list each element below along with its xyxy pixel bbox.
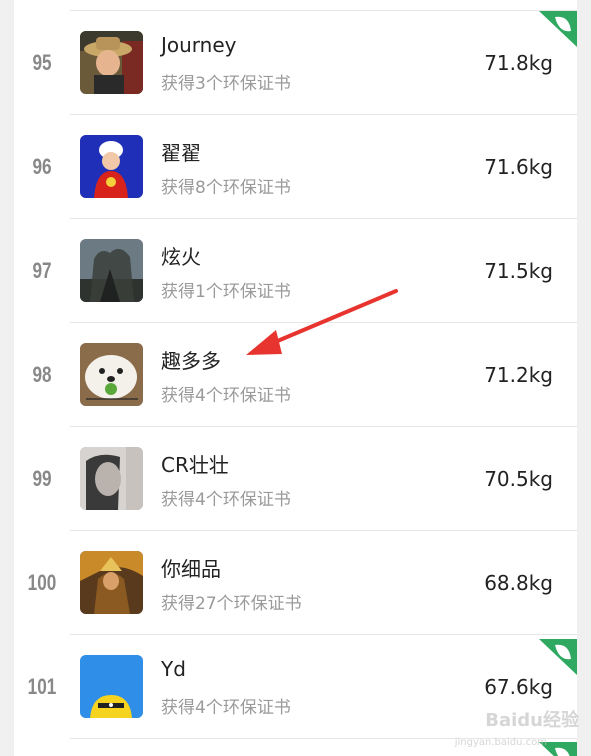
avatar[interactable] [80,655,143,718]
cert-count: 获得4个环保证书 [161,490,291,510]
cert-count: 获得4个环保证书 [161,698,291,718]
co2-weight: 71.5kg [484,259,553,283]
avatar[interactable] [80,447,143,510]
ranking-row-100[interactable]: 100 你细品 获得27个环保证书 68.8kg [14,531,577,635]
co2-weight: 71.2kg [484,363,553,387]
user-name: 炫火 [161,245,201,269]
cert-count: 获得8个环保证书 [161,178,291,198]
co2-weight: 68.8kg [484,571,553,595]
rank-number: 96 [32,154,52,179]
ranking-row-98[interactable]: 98 趣多多 获得4个环保证书 71.2kg [14,323,577,427]
avatar[interactable] [80,239,143,302]
user-name: Yd [161,657,186,681]
user-name: 翟翟 [161,141,201,165]
co2-weight: 70.5kg [484,467,553,491]
rank-number: 98 [32,362,52,387]
leaf-badge-icon [537,639,577,679]
ranking-row-95[interactable]: 95 Journey 获得3个环保证书 71.8kg [14,11,577,115]
avatar[interactable] [80,343,143,406]
user-name: 趣多多 [161,349,221,373]
rank-number: 95 [32,50,52,75]
ranking-list: 95 Journey 获得3个环保证书 71.8kg 96 翟翟 获得8个环保证… [14,0,577,756]
watermark-url: jingyan.baidu.com [454,737,547,748]
ranking-row-99[interactable]: 99 CR壮壮 获得4个环保证书 70.5kg [14,427,577,531]
avatar[interactable] [80,31,143,94]
rank-number: 100 [27,570,57,595]
cert-count: 获得4个环保证书 [161,386,291,406]
user-name: CR壮壮 [161,453,229,477]
ranking-row-96[interactable]: 96 翟翟 获得8个环保证书 71.6kg [14,115,577,219]
rank-number: 101 [27,674,57,699]
ranking-row-97[interactable]: 97 炫火 获得1个环保证书 71.5kg [14,219,577,323]
avatar[interactable] [80,551,143,614]
cert-count: 获得27个环保证书 [161,594,302,614]
leaf-badge-icon [537,11,577,51]
user-name: 你细品 [161,557,221,581]
cert-count: 获得3个环保证书 [161,74,291,94]
co2-weight: 71.6kg [484,155,553,179]
user-name: Journey [161,33,237,57]
cert-count: 获得1个环保证书 [161,282,291,302]
avatar[interactable] [80,135,143,198]
rank-number: 97 [32,258,52,283]
rank-number: 99 [32,466,52,491]
watermark-brand: Baidu经验 [485,710,579,731]
